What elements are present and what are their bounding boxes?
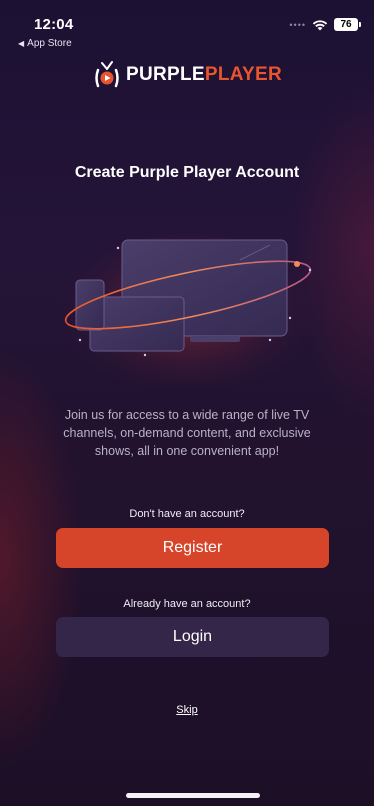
logo-word-player: PLAYER	[204, 64, 282, 85]
tv-play-icon	[95, 61, 119, 88]
back-app-label: App Store	[27, 38, 72, 49]
logo-word-purple: PURPLE	[126, 64, 205, 85]
back-to-app-store-link[interactable]: ◀ App Store	[18, 38, 72, 49]
status-bar: 12:04 ◀ App Store •••• 76	[0, 0, 374, 50]
purple-player-logo: PURPLEPLAYER	[0, 60, 374, 90]
skip-container: Skip	[0, 704, 374, 716]
logo-wordmark: PURPLEPLAYER	[126, 64, 282, 86]
devices-illustration	[48, 210, 328, 385]
login-prompt: Already have an account?	[123, 598, 251, 610]
register-prompt: Don't have an account?	[129, 508, 245, 520]
wifi-icon	[312, 19, 328, 30]
battery-icon: 76	[334, 18, 361, 31]
back-arrow-icon: ◀	[18, 39, 25, 48]
register-button[interactable]: Register	[56, 528, 329, 568]
description-text: Join us for access to a wide range of li…	[63, 408, 311, 458]
cellular-signal-icon: ••••	[289, 19, 306, 30]
home-indicator[interactable]	[126, 793, 260, 798]
app-screen: 12:04 ◀ App Store •••• 76 PURPLEPLAYER Cr…	[0, 0, 374, 806]
login-button[interactable]: Login	[56, 617, 329, 657]
skip-link[interactable]: Skip	[176, 704, 197, 716]
page-title: Create Purple Player Account	[74, 164, 300, 181]
status-indicators: •••• 76	[289, 18, 361, 31]
status-time: 12:04	[34, 16, 74, 33]
